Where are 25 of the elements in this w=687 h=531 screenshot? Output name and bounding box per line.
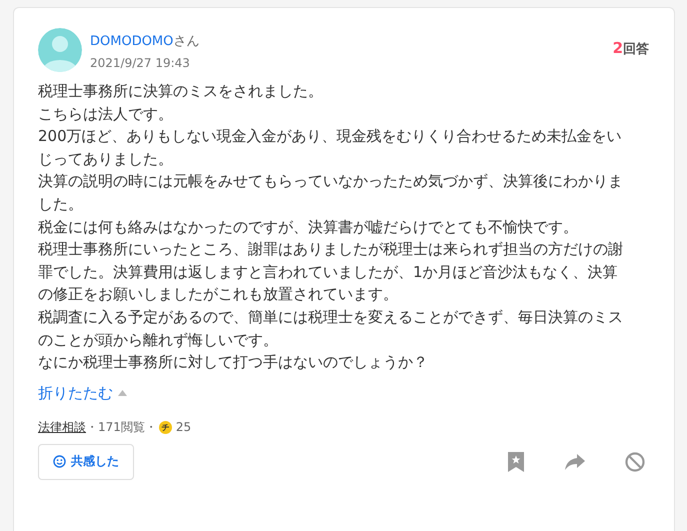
question-paragraph: 決算の説明の時には元帳をみせてもらっていなかったため気づかず、決算後にわかりました。: [38, 171, 624, 215]
question-paragraph: 200万ほど、ありもしない現金入金があり、現金残をむりくり合わせるため未払金をいじってありました。: [38, 126, 623, 170]
coin-count: 25: [176, 420, 192, 434]
question-paragraph: 税理士事務所に決算のミスをされました。: [38, 81, 324, 102]
category-link[interactable]: 法律相談: [38, 418, 86, 436]
question-paragraph: なにか税理士事務所に対して打つ手はないのでしょうか？: [38, 352, 429, 374]
user-suffix: さん: [173, 34, 200, 49]
question-paragraph: こちらは法人です。: [38, 104, 174, 125]
question-paragraph: 税理士事務所にいったところ、謝罪はありましたが税理士は来られず担当の方だけの謝罪でした。決算費用は返しますと言われていましたが、1か月ほど音沙汰もなく、決算の修正をお願いしましたがこれも放置されています。: [38, 239, 624, 306]
view-count: ・171閲覧・: [86, 418, 157, 436]
answer-label: 回答: [623, 42, 649, 57]
post-date: 2021/9/27 19:43: [90, 56, 191, 70]
avatar-icon: [38, 28, 82, 72]
bookmark-icon[interactable]: [507, 452, 525, 472]
question-paragraph: 税調査に入る予定があるので、簡単には税理士を変えることができず、毎日決算のミスのことが頭から離れず悔しいです。: [38, 306, 624, 351]
empathy-button[interactable]: 共感した: [38, 444, 134, 480]
block-icon[interactable]: [625, 452, 645, 472]
smile-icon: [53, 455, 66, 468]
coin-icon: チ: [158, 420, 172, 434]
user-name-link[interactable]: DOMODOMO: [90, 34, 174, 49]
share-icon[interactable]: [565, 454, 585, 470]
question-paragraph: 税金には何も絡みはなかったのですが、決算書が嘘だらけでとても不愉快です。: [38, 216, 579, 238]
collapse-link[interactable]: 折りたたむ: [38, 384, 113, 403]
answer-count: 2: [612, 39, 623, 57]
caret-up-icon: [118, 390, 127, 396]
